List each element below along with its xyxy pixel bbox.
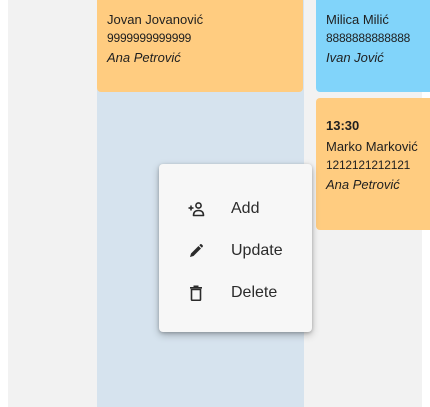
event-client-phone: 8888888888888 — [326, 31, 411, 45]
menu-item-label: Update — [231, 242, 283, 259]
appointment-event[interactable]: Milica Milić 8888888888888 Ivan Jović — [316, 0, 430, 92]
menu-item-update[interactable]: Update — [159, 230, 312, 272]
event-client-name: Marko Marković — [326, 139, 418, 154]
event-staff-name: Ana Petrović — [326, 177, 400, 192]
event-time: 13:30 — [326, 118, 360, 133]
calendar-view: Jovan Jovanović 9999999999999 Ana Petrov… — [0, 0, 430, 407]
menu-item-label: Delete — [231, 284, 278, 301]
appointment-event[interactable]: Jovan Jovanović 9999999999999 Ana Petrov… — [97, 0, 303, 92]
appointment-event[interactable]: 13:30 Marko Marković 1212121212121 Ana P… — [316, 98, 430, 230]
time-gutter — [8, 0, 97, 407]
event-client-name: Jovan Jovanović — [107, 12, 204, 27]
event-client-name: Milica Milić — [326, 12, 389, 27]
event-staff-name: Ivan Jović — [326, 50, 384, 65]
menu-item-label: Add — [231, 200, 260, 217]
context-menu: Add Update Delete — [159, 164, 312, 332]
menu-item-add[interactable]: Add — [159, 188, 312, 230]
trash-icon — [185, 282, 207, 304]
event-client-phone: 1212121212121 — [326, 158, 411, 172]
pencil-icon — [185, 240, 207, 262]
menu-item-delete[interactable]: Delete — [159, 272, 312, 314]
event-staff-name: Ana Petrović — [107, 50, 181, 65]
event-client-phone: 9999999999999 — [107, 31, 192, 45]
add-person-icon — [185, 198, 207, 220]
